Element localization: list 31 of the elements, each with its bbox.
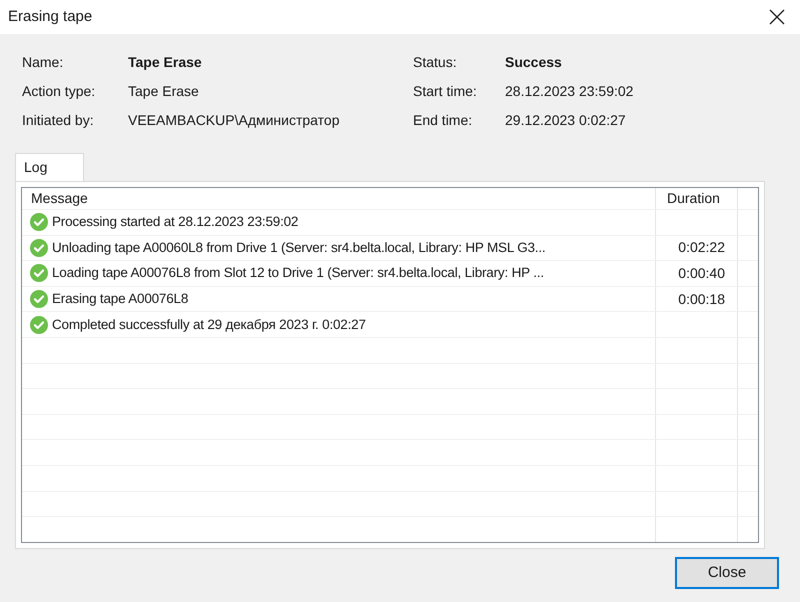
log-message: Erasing tape A00076L8 [52, 290, 188, 308]
check-circle-icon [30, 238, 48, 257]
check-circle-icon [30, 316, 48, 334]
duration-value: 0:02:22 [678, 238, 725, 258]
field-label: Name: [22, 53, 64, 72]
duration-value: 0:00:18 [678, 290, 725, 309]
log-message: Loading tape A00076L8 from Slot 12 to Drive 1 (Server: sr4.belta.local, Library: HP ... [52, 264, 544, 282]
log-tab[interactable]: Log [15, 153, 84, 181]
log-message: Processing started at 28.12.2023 23:59:02 [52, 213, 298, 232]
field-label: Status: [413, 53, 458, 72]
field-value: 29.12.2023 0:02:27 [505, 111, 626, 130]
log-message: Completed successfully at 29 декабря 2023 г. 0:02:27 [52, 316, 366, 334]
log-message: Unloading tape A00060L8 from Drive 1 (Server: sr4.belta.local, Library: HP MSL G3... [52, 238, 546, 257]
column-header[interactable]: Duration [656, 188, 738, 209]
close-button[interactable]: Close [675, 557, 779, 589]
field-value: 28.12.2023 23:59:02 [505, 82, 634, 101]
field-label: Start time: [413, 82, 478, 101]
field-value: VEEAMBACKUP\Администратор [128, 111, 340, 130]
field-label: End time: [413, 111, 474, 130]
check-circle-icon [30, 213, 48, 232]
field-value: Tape Erase [128, 53, 202, 72]
field-label: Action type: [22, 82, 96, 101]
window-title: Erasing tape [8, 6, 92, 27]
field-value: Success [505, 53, 562, 72]
check-circle-icon [30, 264, 48, 282]
check-circle-icon [30, 290, 48, 308]
field-label: Initiated by: [22, 111, 95, 130]
duration-value: 0:00:40 [678, 264, 725, 283]
column-header[interactable]: Message [22, 188, 656, 209]
close-icon[interactable] [768, 8, 786, 26]
field-value: Tape Erase [128, 82, 199, 101]
